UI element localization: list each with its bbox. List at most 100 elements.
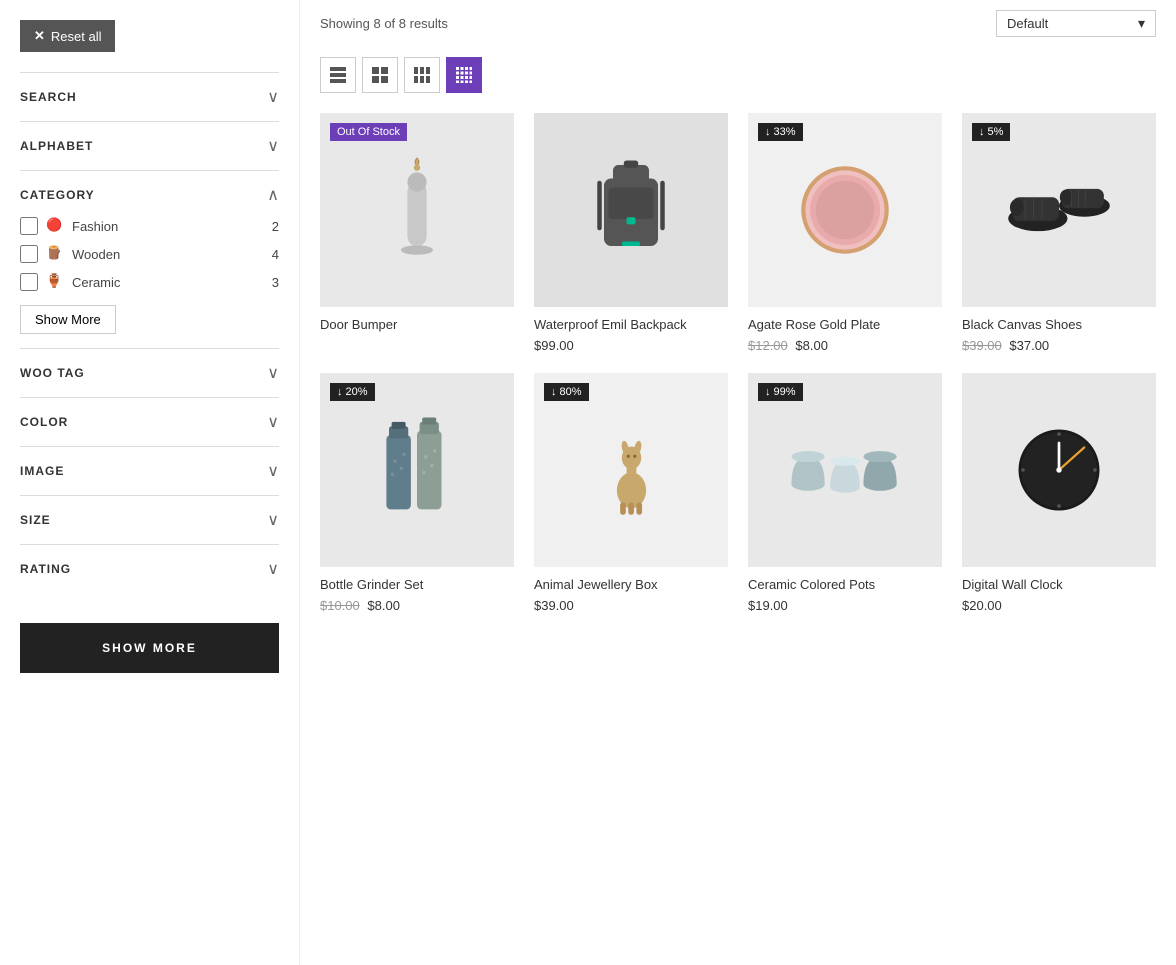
chevron-down-icon: ∨ (267, 510, 279, 530)
product-name-plate: Agate Rose Gold Plate (748, 317, 942, 332)
filter-header-alphabet[interactable]: ALPHABET ∨ (20, 136, 279, 156)
product-image-door-bumper[interactable]: Out Of Stock (320, 113, 514, 307)
product-info-door-bumper: Door Bumper (320, 307, 514, 332)
main-content: Showing 8 of 8 results Default ▾ (300, 0, 1176, 965)
filter-section-woo-tag: WOO TAG ∨ (20, 348, 279, 397)
grid-1col-button[interactable] (320, 57, 356, 93)
category-item-ceramic: 🏺 Ceramic 3 (20, 273, 279, 291)
filter-header-size[interactable]: SIZE ∨ (20, 510, 279, 530)
category-item-fashion: 🔴 Fashion 2 (20, 217, 279, 235)
chevron-down-icon: ∨ (267, 412, 279, 432)
product-card-shoes: ↓ 5% (962, 113, 1156, 353)
category-checkbox-fashion[interactable] (20, 217, 38, 235)
filter-title-image: IMAGE (20, 464, 64, 478)
product-image-grinder[interactable]: ↓ 20% (320, 373, 514, 567)
filter-header-woo-tag[interactable]: WOO TAG ∨ (20, 363, 279, 383)
category-name-ceramic: Ceramic (72, 275, 264, 290)
product-name-pots: Ceramic Colored Pots (748, 577, 942, 592)
filter-header-color[interactable]: COLOR ∨ (20, 412, 279, 432)
product-card-plate: ↓ 33% Agate Rose Gold Plate $12.00 $8.00 (748, 113, 942, 353)
filter-section-image: IMAGE ∨ (20, 446, 279, 495)
product-name-backpack: Waterproof Emil Backpack (534, 317, 728, 332)
filter-section-category: CATEGORY ∧ 🔴 Fashion 2 🪵 Wooden 4 (20, 170, 279, 348)
category-count-fashion: 2 (272, 219, 279, 234)
product-info-plate: Agate Rose Gold Plate $12.00 $8.00 (748, 307, 942, 353)
filter-title-color: COLOR (20, 415, 68, 429)
product-image-pots[interactable]: ↓ 99% (748, 373, 942, 567)
filter-title-rating: RATING (20, 562, 71, 576)
product-name-animal: Animal Jewellery Box (534, 577, 728, 592)
product-price-shoes: $39.00 $37.00 (962, 338, 1156, 353)
chevron-down-icon: ∨ (267, 461, 279, 481)
product-image-clock[interactable] (962, 373, 1156, 567)
product-card-grinder: ↓ 20% (320, 373, 514, 613)
reset-all-button[interactable]: ✕ Reset all (20, 20, 115, 52)
discount-badge-plate: ↓ 33% (758, 123, 803, 141)
backpack-svg (586, 155, 676, 265)
pots-svg (785, 433, 905, 508)
ceramic-icon: 🏺 (46, 273, 64, 291)
fashion-icon: 🔴 (46, 217, 64, 235)
product-name-grinder: Bottle Grinder Set (320, 577, 514, 592)
grid-2col-button[interactable] (362, 57, 398, 93)
category-checkbox-ceramic[interactable] (20, 273, 38, 291)
top-bar: Showing 8 of 8 results Default ▾ (320, 0, 1156, 57)
product-info-shoes: Black Canvas Shoes $39.00 $37.00 (962, 307, 1156, 353)
product-card-animal: ↓ 80% (534, 373, 728, 613)
x-icon: ✕ (34, 28, 45, 44)
category-count-wooden: 4 (272, 247, 279, 262)
category-item-wooden: 🪵 Wooden 4 (20, 245, 279, 263)
chevron-down-icon: ∨ (267, 363, 279, 383)
show-more-categories-button[interactable]: Show More (20, 305, 116, 334)
grinder-svg (382, 415, 452, 525)
clock-svg (1014, 425, 1104, 515)
discount-badge-grinder: ↓ 20% (330, 383, 375, 401)
filter-header-category[interactable]: CATEGORY ∧ (20, 185, 279, 205)
chevron-down-icon: ∨ (267, 136, 279, 156)
product-price-grinder: $10.00 $8.00 (320, 598, 514, 613)
product-price-pots: $19.00 (748, 598, 942, 613)
category-checkbox-wooden[interactable] (20, 245, 38, 263)
product-price-backpack: $99.00 (534, 338, 728, 353)
plate-svg (795, 160, 895, 260)
product-name-door-bumper: Door Bumper (320, 317, 514, 332)
sort-chevron-icon: ▾ (1138, 15, 1145, 32)
filter-header-search[interactable]: SEARCH ∨ (20, 87, 279, 107)
discount-badge-animal: ↓ 80% (544, 383, 589, 401)
product-image-shoes[interactable]: ↓ 5% (962, 113, 1156, 307)
sidebar-show-more-button[interactable]: SHOW MORE (20, 623, 279, 673)
grid-3-icon (414, 67, 430, 83)
product-card-backpack: Waterproof Emil Backpack $99.00 (534, 113, 728, 353)
grid-3col-button[interactable] (404, 57, 440, 93)
category-name-fashion: Fashion (72, 219, 264, 234)
discount-badge-shoes: ↓ 5% (972, 123, 1010, 141)
product-image-backpack[interactable] (534, 113, 728, 307)
animal-svg (599, 415, 664, 525)
grid-4col-button[interactable] (446, 57, 482, 93)
product-info-clock: Digital Wall Clock $20.00 (962, 567, 1156, 613)
product-price-clock: $20.00 (962, 598, 1156, 613)
category-count-ceramic: 3 (272, 275, 279, 290)
wooden-icon: 🪵 (46, 245, 64, 263)
product-image-plate[interactable]: ↓ 33% (748, 113, 942, 307)
filter-title-search: SEARCH (20, 90, 77, 104)
product-info-animal: Animal Jewellery Box $39.00 (534, 567, 728, 613)
filter-section-rating: RATING ∨ (20, 544, 279, 593)
category-name-wooden: Wooden (72, 247, 264, 262)
filter-header-rating[interactable]: RATING ∨ (20, 559, 279, 579)
sidebar: ✕ Reset all SEARCH ∨ ALPHABET ∨ CATEGORY… (0, 0, 300, 965)
product-image-animal[interactable]: ↓ 80% (534, 373, 728, 567)
filter-section-color: COLOR ∨ (20, 397, 279, 446)
product-price-animal: $39.00 (534, 598, 728, 613)
product-name-shoes: Black Canvas Shoes (962, 317, 1156, 332)
chevron-up-icon: ∧ (267, 185, 279, 205)
product-card-clock: Digital Wall Clock $20.00 (962, 373, 1156, 613)
product-card-door-bumper: Out Of Stock Door Bumper (320, 113, 514, 353)
sort-select[interactable]: Default ▾ (996, 10, 1156, 37)
chevron-down-icon: ∨ (267, 87, 279, 107)
product-info-pots: Ceramic Colored Pots $19.00 (748, 567, 942, 613)
filter-header-image[interactable]: IMAGE ∨ (20, 461, 279, 481)
sidebar-footer: SHOW MORE (20, 623, 279, 673)
filter-section-size: SIZE ∨ (20, 495, 279, 544)
grid-controls (320, 57, 1156, 93)
